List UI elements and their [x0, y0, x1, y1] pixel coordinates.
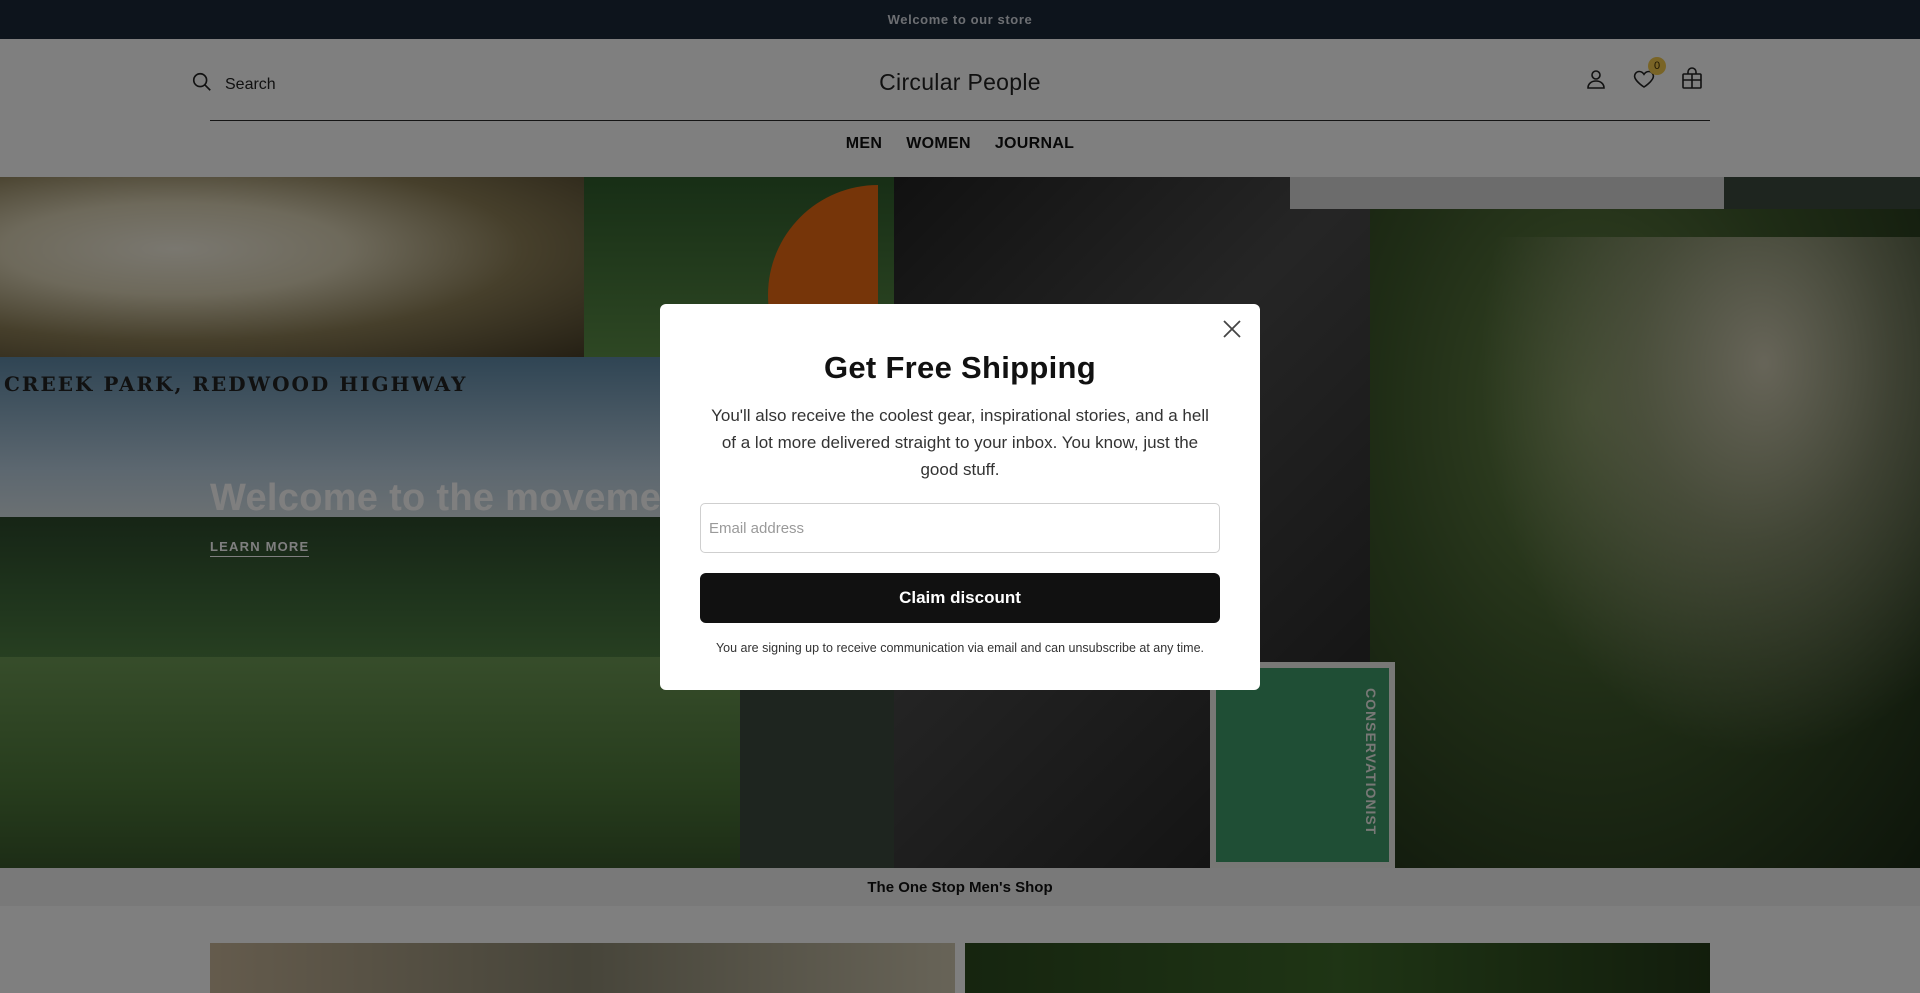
modal-title: Get Free Shipping [823, 350, 1097, 385]
claim-discount-button[interactable]: Claim discount [700, 573, 1220, 623]
close-icon[interactable] [1220, 317, 1244, 341]
modal-description: You'll also receive the coolest gear, in… [711, 406, 1209, 479]
newsletter-modal: Get Free Shipping You'll also receive th… [660, 304, 1260, 690]
email-field[interactable] [700, 503, 1220, 553]
consent-note: You are signing up to receive communicat… [715, 641, 1204, 655]
